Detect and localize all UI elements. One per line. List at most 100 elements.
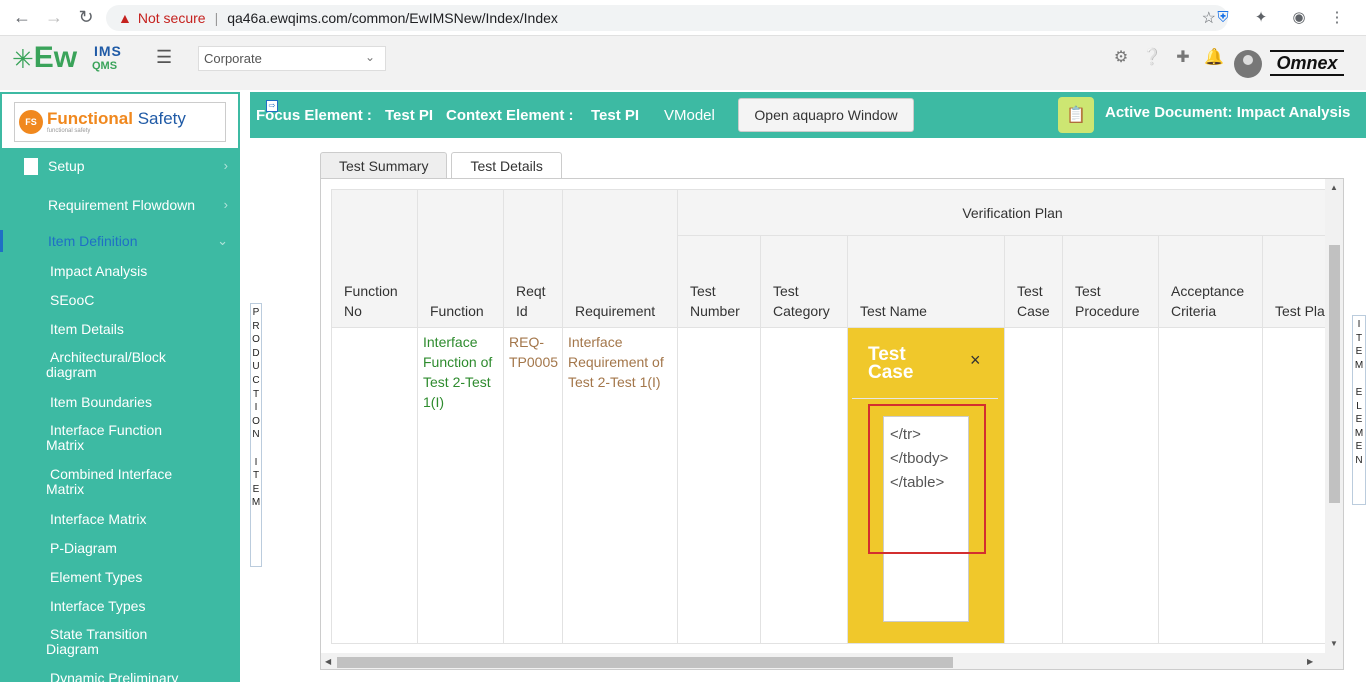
clipboard-document-icon[interactable]: 📋: [1058, 97, 1094, 133]
col-header-test-category: Test Category: [760, 235, 848, 328]
col-header-test-name: Test Name: [847, 235, 1005, 328]
tab-test-details[interactable]: Test Details: [451, 152, 562, 178]
functional-safety-logo-icon: FS: [19, 110, 43, 134]
logo-burst-icon: ✳: [12, 44, 34, 74]
side-label-char: N: [252, 429, 260, 441]
cell-function-no[interactable]: [331, 327, 418, 644]
module-header: FS Functional Safety functional safety: [2, 94, 238, 148]
not-secure-label: Not secure: [137, 10, 206, 26]
chevron-down-icon: ⌄: [364, 50, 375, 64]
production-item-side-tab[interactable]: PRODUCTION ITEM: [250, 303, 262, 567]
side-label-char: T: [1355, 332, 1363, 344]
back-icon[interactable]: ←: [8, 4, 36, 32]
forward-icon[interactable]: →: [40, 4, 68, 32]
cell-test-procedure[interactable]: [1062, 327, 1159, 644]
side-label-char: [1358, 372, 1361, 386]
open-aquapro-window-button[interactable]: Open aquapro Window: [738, 98, 914, 132]
col-group-verification-plan: Verification Plan: [676, 189, 1343, 236]
ewims-logo: ✳ Ew IMS QMS: [12, 41, 122, 75]
side-label-char: T: [252, 470, 260, 482]
side-label-char: I: [1357, 319, 1361, 330]
sidebar-item-setup[interactable]: Setup ›: [0, 158, 240, 178]
col-header-requirement: Requirement: [562, 189, 678, 328]
side-label-char: E: [1355, 346, 1363, 358]
chevron-down-icon: ⌄: [217, 233, 228, 248]
col-header-function: Function: [417, 189, 504, 328]
cell-function[interactable]: Interface Function of Test 2-Test 1(I): [417, 327, 504, 644]
popup-divider: [852, 398, 998, 399]
side-label-char: O: [252, 415, 260, 427]
highlight-box: [868, 404, 986, 554]
menu-kebab-icon[interactable]: ⋮: [1326, 6, 1348, 28]
shield-extension-icon[interactable]: ⛨: [1212, 6, 1234, 28]
help-icon[interactable]: ❔: [1142, 48, 1162, 66]
context-element-label: Context Element :: [446, 107, 574, 124]
item-element-side-tab[interactable]: ITEM ELEMEN: [1352, 315, 1366, 505]
test-details-table: Function No Function Reqt Id Requirement…: [331, 189, 1343, 644]
close-icon[interactable]: ×: [970, 350, 981, 370]
side-label-char: T: [252, 388, 260, 400]
side-label-char: O: [252, 334, 260, 346]
add-plus-icon[interactable]: ✚: [1174, 48, 1192, 66]
tab-test-summary[interactable]: Test Summary: [320, 152, 448, 178]
reload-icon[interactable]: ↻: [72, 4, 100, 32]
warning-icon: ▲: [118, 10, 132, 26]
tab-bar: Test Summary Test Details: [320, 152, 566, 178]
side-label-char: R: [252, 320, 260, 332]
vertical-scroll-thumb[interactable]: [1329, 245, 1340, 503]
cell-test-category[interactable]: [760, 327, 848, 644]
col-header-reqt-id: Reqt Id: [503, 189, 563, 328]
notification-bell-icon[interactable]: 🔔: [1204, 48, 1224, 66]
context-bar: Focus Element : Test PI Context Element …: [250, 92, 1366, 138]
side-label-char: D: [252, 347, 260, 359]
horizontal-scroll-thumb[interactable]: [337, 657, 953, 668]
scroll-left-icon[interactable]: ◀: [325, 657, 331, 666]
building-icon: [24, 158, 38, 175]
sidebar-item-requirement-flowdown[interactable]: Requirement Flowdown ›: [0, 197, 240, 217]
side-label-char: [255, 442, 258, 456]
side-label-char: C: [252, 374, 260, 386]
scroll-right-icon[interactable]: ▶: [1307, 657, 1313, 666]
extensions-puzzle-icon[interactable]: ✦: [1250, 6, 1272, 28]
side-label-char: M: [251, 497, 261, 509]
side-label-char: E: [252, 483, 260, 495]
vertical-scrollbar[interactable]: ▲ ▼: [1325, 179, 1343, 669]
col-header-function-no: Function No: [331, 189, 418, 328]
cell-test-number[interactable]: [677, 327, 761, 644]
horizontal-scrollbar[interactable]: ◀ ▶: [321, 653, 1325, 669]
focus-element-value: Test PI: [385, 107, 434, 124]
scroll-down-icon[interactable]: ▼: [1330, 639, 1338, 648]
app-header: ✳ Ew IMS QMS ☰ Corporate ⌄ ⚙ ❔ ✚ 🔔 Omnex: [0, 36, 1366, 90]
side-label-char: L: [1356, 400, 1362, 412]
side-label-char: E: [1355, 386, 1363, 398]
side-label-char: I: [254, 456, 258, 468]
test-details-table-frame: Function No Function Reqt Id Requirement…: [320, 178, 1344, 670]
col-header-test-procedure: Test Procedure: [1062, 235, 1159, 328]
cell-reqt-id[interactable]: REQ-TP0005: [503, 327, 563, 644]
profile-icon[interactable]: ◉: [1288, 6, 1310, 28]
address-bar[interactable]: ▲ Not secure | qa46a.ewqims.com/common/E…: [106, 5, 1228, 31]
user-avatar[interactable]: [1234, 50, 1262, 78]
table-row: Interface Function of Test 2-Test 1(I) R…: [331, 327, 1343, 644]
sidebar: FS Functional Safety functional safety S…: [0, 92, 240, 682]
side-label-char: I: [254, 402, 258, 414]
side-label-char: E: [1355, 441, 1363, 453]
side-label-char: M: [1354, 359, 1364, 371]
organization-select[interactable]: Corporate ⌄: [198, 46, 386, 71]
chevron-right-icon: ›: [223, 197, 228, 212]
active-document-label: Active Document: Impact Analysis: [1105, 104, 1351, 121]
settings-gear-icon[interactable]: ⚙: [1112, 48, 1130, 66]
omnex-logo: Omnex: [1270, 50, 1344, 76]
expand-panel-icon[interactable]: ⇨: [266, 100, 278, 112]
test-case-popup: Test Case × </tr> </tbody> </table>: [847, 327, 1005, 644]
sidebar-item-item-definition[interactable]: Item Definition ⌄: [0, 230, 240, 253]
vmodel-link[interactable]: VModel: [664, 107, 715, 124]
browser-toolbar: ← → ↻ ▲ Not secure | qa46a.ewqims.com/co…: [0, 0, 1366, 36]
col-header-acceptance-criteria: Acceptance Criteria: [1158, 235, 1263, 328]
cell-test-case[interactable]: [1004, 327, 1063, 644]
scroll-up-icon[interactable]: ▲: [1330, 183, 1338, 192]
hamburger-menu-icon[interactable]: ☰: [156, 47, 172, 68]
side-label-char: M: [1354, 427, 1364, 439]
cell-requirement[interactable]: Interface Requirement of Test 2-Test 1(I…: [562, 327, 678, 644]
cell-acceptance-criteria[interactable]: [1158, 327, 1263, 644]
